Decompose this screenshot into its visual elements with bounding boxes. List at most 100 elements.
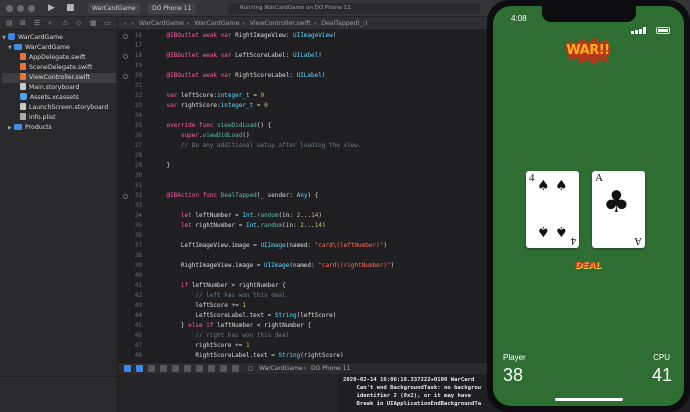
view-hierarchy-icon[interactable] [196, 365, 203, 372]
run-icon[interactable]: ▶ [48, 2, 55, 15]
console-output[interactable]: 2020-02-14 16:06:18.337222+0100 WarCard … [340, 374, 490, 412]
breadcrumb-symbol[interactable]: DealTapped(_:) [321, 20, 367, 27]
code-text: @IBOutlet weak var LeftScoreLabel: UILab… [166, 52, 322, 59]
breadcrumb-file[interactable]: ViewController.swift [250, 20, 311, 27]
code-line[interactable]: 48 RightScoreLabel.text = String(rightSc… [118, 351, 490, 361]
code-line[interactable]: 47 rightScore += 1 [118, 341, 490, 351]
breadcrumb-project[interactable]: WarCardGame [139, 20, 184, 27]
code-line[interactable]: 22 var leftScore:integer_t = 0 [118, 91, 490, 101]
zoom-window-button[interactable] [28, 5, 35, 12]
step-over-icon[interactable] [160, 365, 167, 372]
close-window-button[interactable] [6, 5, 13, 12]
code-line[interactable]: 33 [118, 201, 490, 211]
code-line[interactable]: 37 LeftImageView.image = UIImage(named: … [118, 241, 490, 251]
code-line[interactable]: 21 [118, 81, 490, 91]
line-number: 26 [134, 132, 142, 139]
find-navigator-icon[interactable]: ⌕ [48, 19, 52, 28]
code-line[interactable]: 42 // left has won this deal [118, 291, 490, 301]
navigator-item-group[interactable]: ▼ WarCardGame [8, 43, 116, 53]
code-line[interactable]: 41 if leftNumber > rightNumber { [118, 281, 490, 291]
navigator-item-main-storyboard[interactable]: Main.storyboard [20, 83, 116, 93]
location-icon[interactable] [232, 365, 239, 372]
breakpoint-navigator-icon[interactable]: ▭ [104, 19, 111, 27]
step-out-icon[interactable] [184, 365, 191, 372]
console-line: 2020-02-14 16:06:18.337222+0100 WarCard [343, 377, 475, 383]
pause-icon[interactable] [148, 365, 155, 372]
signal-bar [642, 27, 646, 34]
code-line[interactable]: 23 var rightScore:integer_t = 0 [118, 101, 490, 111]
code-line[interactable]: 26 super.viewDidLoad() [118, 131, 490, 141]
code-text: leftScore += 1 [195, 302, 246, 309]
code-line[interactable]: 45 } else if leftNumber < rightNumber { [118, 321, 490, 331]
hide-debug-area-icon[interactable] [124, 365, 131, 372]
source-control-icon[interactable]: ⊠ [20, 19, 26, 27]
code-line[interactable]: 44 LeftScoreLabel.text = String(leftScor… [118, 311, 490, 321]
symbol-navigator-icon[interactable]: ☰ [34, 19, 40, 27]
navigator-item-viewcontroller[interactable]: ViewController.swift [2, 73, 116, 83]
code-line[interactable]: 27 // Do any additional setup after load… [118, 141, 490, 151]
code-line[interactable]: 30 [118, 171, 490, 181]
code-line[interactable]: 38 [118, 251, 490, 261]
code-text: @IBAction func DealTapped(_ sender: Any)… [166, 192, 319, 199]
navigator-item-launchscreen[interactable]: LaunchScreen.storyboard [20, 103, 116, 113]
line-number: 16 [134, 32, 142, 39]
storyboard-file-icon [20, 103, 26, 110]
code-text: // right has won this deal [152, 332, 290, 339]
code-line[interactable]: 25 override func viewDidLoad() { [118, 121, 490, 131]
deal-button[interactable]: DEAL [569, 260, 607, 275]
line-number: 39 [134, 262, 142, 269]
line-number: 38 [134, 252, 142, 259]
jumpbar-back-icon[interactable]: ‹ [124, 20, 126, 27]
code-line[interactable]: 29 } [118, 161, 490, 171]
variables-view[interactable] [118, 374, 340, 412]
minimize-window-button[interactable] [17, 5, 24, 12]
code-text: // left has won this deal [152, 292, 286, 299]
code-line[interactable]: 31 [118, 181, 490, 191]
code-line[interactable]: 24 [118, 111, 490, 121]
code-line[interactable]: 19 [118, 61, 490, 71]
code-line[interactable]: 18 @IBOutlet weak var LeftScoreLabel: UI… [118, 51, 490, 61]
jumpbar-forward-icon[interactable]: › [131, 20, 133, 27]
code-text: if leftNumber > rightNumber { [180, 282, 286, 289]
line-number: 33 [134, 202, 142, 209]
code-line[interactable]: 35 let rightNumber = Int.random(in: 2...… [118, 221, 490, 231]
home-indicator[interactable] [555, 398, 623, 401]
code-line[interactable]: 32 @IBAction func DealTapped(_ sender: A… [118, 191, 490, 201]
step-in-icon[interactable] [172, 365, 179, 372]
code-line[interactable]: 40 [118, 271, 490, 281]
environment-overrides-icon[interactable] [220, 365, 227, 372]
deal-button-label: DEAL [574, 261, 602, 271]
breadcrumb-group[interactable]: WarCardGame [194, 20, 239, 27]
code-line[interactable]: 34 let leftNumber = Int.random(in: 2...1… [118, 211, 490, 221]
code-line[interactable]: 39 RightImageView.image = UIImage(named:… [118, 261, 490, 271]
left-card: 4 4 ♠ ♠ ♠ ♠ [526, 171, 579, 248]
project-navigator-icon[interactable]: ▤ [6, 19, 13, 27]
code-line[interactable]: 20 @IBOutlet weak var RightScoreLabel: U… [118, 71, 490, 81]
spade-icon: ♠ [537, 223, 550, 239]
line-number: 28 [134, 152, 142, 159]
code-line[interactable]: 36 [118, 231, 490, 241]
test-navigator-icon[interactable]: ◇ [76, 19, 81, 27]
code-text: var rightScore:integer_t = 0 [166, 102, 268, 109]
stop-icon[interactable]: ■ [66, 2, 75, 15]
navigator-item-scenedelegate[interactable]: SceneDelegate.swift [20, 63, 116, 73]
code-line[interactable]: 16 @IBOutlet weak var RightImageView: UI… [118, 31, 490, 41]
code-line[interactable]: 46 // right has won this deal [118, 331, 490, 341]
memory-graph-icon[interactable] [208, 365, 215, 372]
issue-navigator-icon[interactable]: ⚠ [62, 19, 68, 27]
code-line[interactable]: 28 [118, 151, 490, 161]
navigator-item-assets[interactable]: Assets.xcassets [20, 93, 116, 103]
debug-navigator-icon[interactable]: ▦ [90, 19, 97, 27]
scheme-target[interactable]: WarCardGame [88, 3, 140, 14]
source-editor[interactable]: 16 @IBOutlet weak var RightImageView: UI… [118, 30, 490, 362]
code-text: RightImageView.image = UIImage(named: "c… [180, 262, 395, 269]
navigator-item-products[interactable]: ▶ Products [8, 123, 116, 133]
code-line[interactable]: 17 [118, 41, 490, 51]
navigator-item-appdelegate[interactable]: AppDelegate.swift [20, 53, 116, 63]
navigator-item-infoplist[interactable]: Info.plist [20, 113, 116, 123]
breakpoints-toggle-icon[interactable] [136, 365, 143, 372]
code-line[interactable]: 43 leftScore += 1 [118, 301, 490, 311]
navigator-item-label: ViewController.swift [29, 74, 91, 81]
navigator-item-project[interactable]: ▼ WarCardGame [2, 33, 116, 43]
scheme-device[interactable]: DO Phone 11 [148, 3, 196, 14]
